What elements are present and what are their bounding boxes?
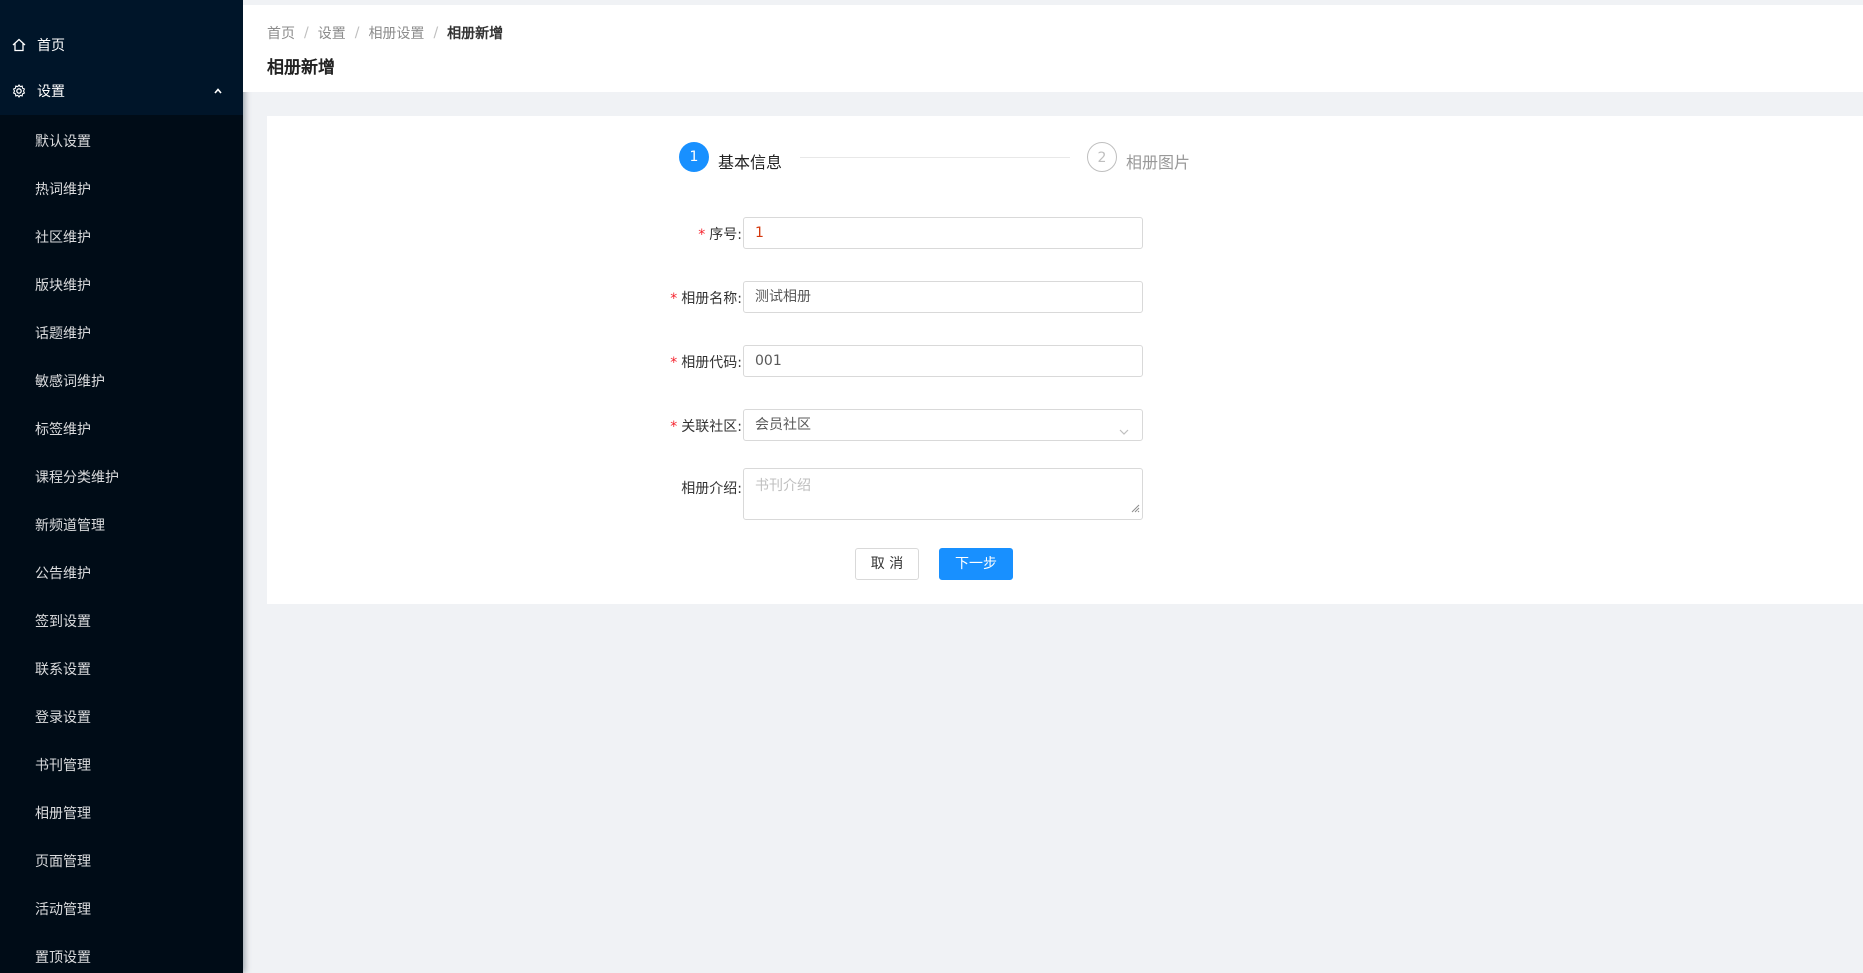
breadcrumb-separator: /	[433, 25, 439, 41]
name-label: * 相册名称:	[670, 288, 742, 308]
community-label: * 关联社区:	[670, 416, 742, 436]
sidebar-item-activities[interactable]: 活动管理	[0, 886, 243, 934]
sidebar-item-albums[interactable]: 相册管理	[0, 790, 243, 838]
sidebar-group-settings[interactable]: 设置	[0, 67, 243, 115]
sidebar-item-pages[interactable]: 页面管理	[0, 838, 243, 886]
sidebar-item-checkin-settings[interactable]: 签到设置	[0, 598, 243, 646]
required-mark: *	[670, 419, 678, 435]
sidebar-item-books[interactable]: 书刊管理	[0, 742, 243, 790]
sidebar-item-home-label: 首页	[37, 38, 65, 54]
breadcrumb: 首页 / 设置 / 相册设置 / 相册新增	[267, 23, 503, 43]
step-2-label: 相册图片	[1126, 153, 1191, 172]
required-mark: *	[698, 227, 706, 243]
breadcrumb-separator: /	[354, 25, 360, 41]
next-step-button[interactable]: 下一步	[939, 548, 1013, 580]
required-mark: *	[670, 355, 678, 371]
sidebar-item-topics[interactable]: 话题维护	[0, 310, 243, 358]
community-select-value: 会员社区	[755, 417, 811, 433]
sidebar-item-announcements[interactable]: 公告维护	[0, 550, 243, 598]
gear-icon	[11, 83, 27, 99]
sidebar-item-contact-settings[interactable]: 联系设置	[0, 646, 243, 694]
code-label-text: 相册代码:	[681, 355, 742, 371]
breadcrumb-separator: /	[304, 25, 309, 41]
seq-label: * 序号:	[698, 224, 742, 244]
name-label-text: 相册名称:	[681, 291, 742, 307]
community-label-text: 关联社区:	[681, 419, 742, 435]
album-intro-textarea[interactable]: 书刊介绍	[743, 468, 1143, 520]
sidebar-item-home[interactable]: 首页	[0, 23, 243, 67]
sidebar-item-hot-words[interactable]: 热词维护	[0, 166, 243, 214]
step-2-number: 2	[1087, 142, 1117, 172]
steps: 1 基本信息 2 相册图片	[267, 140, 1863, 176]
step-1-number: 1	[679, 142, 709, 172]
breadcrumb-home[interactable]: 首页	[267, 23, 295, 43]
sidebar-submenu: 默认设置 热词维护 社区维护 版块维护 话题维护 敏感词维护 标签维护 课程分类…	[0, 115, 243, 973]
sidebar-item-community[interactable]: 社区维护	[0, 214, 243, 262]
page-header: 首页 / 设置 / 相册设置 / 相册新增 相册新增	[243, 0, 1863, 92]
required-mark: *	[670, 291, 678, 307]
sidebar-item-pinned-settings[interactable]: 置顶设置	[0, 934, 243, 973]
album-intro-placeholder: 书刊介绍	[755, 478, 811, 494]
chevron-up-icon	[213, 84, 223, 100]
sidebar-item-new-channels[interactable]: 新频道管理	[0, 502, 243, 550]
sidebar-item-sensitive-words[interactable]: 敏感词维护	[0, 358, 243, 406]
album-code-input[interactable]: 001	[743, 345, 1143, 377]
form-card: 1 基本信息 2 相册图片 * 序号: 1 * 相册名称: 测试相册 * 相册代码: …	[267, 116, 1863, 604]
home-icon	[11, 37, 27, 53]
code-label: * 相册代码:	[670, 352, 742, 372]
breadcrumb-album-settings[interactable]: 相册设置	[368, 23, 424, 43]
sidebar-item-default-settings[interactable]: 默认设置	[0, 118, 243, 166]
resize-handle-icon[interactable]	[1131, 501, 1140, 517]
seq-input[interactable]: 1	[743, 217, 1143, 249]
album-name-input[interactable]: 测试相册	[743, 281, 1143, 313]
sidebar-item-login-settings[interactable]: 登录设置	[0, 694, 243, 742]
sidebar: 首页 设置 默认设置 热词维护 社区维护 版块维护 话题维护 敏感词维护 标签维…	[0, 0, 243, 973]
step-1-label: 基本信息	[718, 153, 783, 172]
sidebar-item-course-categories[interactable]: 课程分类维护	[0, 454, 243, 502]
sidebar-item-sections[interactable]: 版块维护	[0, 262, 243, 310]
breadcrumb-settings[interactable]: 设置	[318, 23, 346, 43]
sidebar-item-tags[interactable]: 标签维护	[0, 406, 243, 454]
seq-label-text: 序号:	[709, 227, 742, 243]
intro-label: 相册介绍:	[681, 481, 742, 497]
breadcrumb-current: 相册新增	[447, 26, 504, 42]
community-select[interactable]: 会员社区	[743, 409, 1143, 441]
cancel-button[interactable]: 取 消	[855, 548, 919, 580]
step-divider	[800, 157, 1070, 158]
sidebar-group-settings-label: 设置	[37, 84, 65, 100]
chevron-down-icon	[1118, 419, 1130, 449]
page-title: 相册新增	[267, 58, 335, 78]
